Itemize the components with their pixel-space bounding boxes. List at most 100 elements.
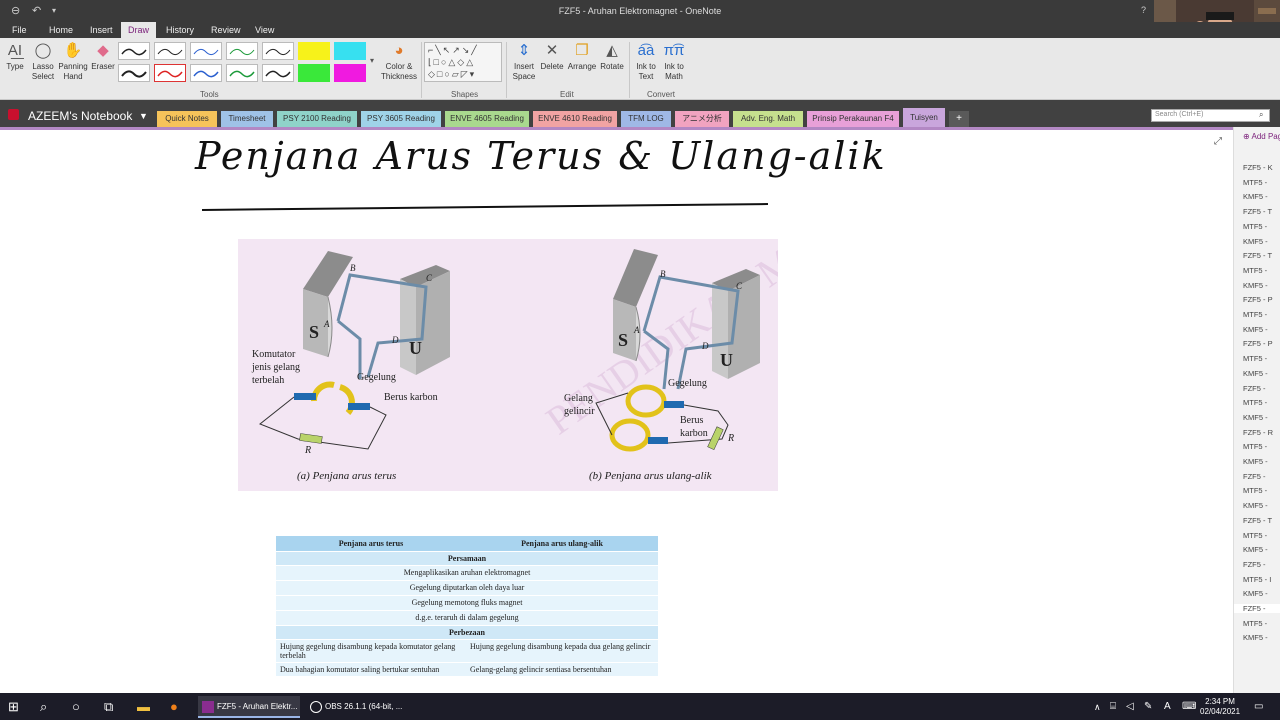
page-list-item[interactable]: FZF5 - T [1243,251,1272,260]
page-canvas[interactable]: Penjana Arus Terus & Ulang-alik ⤢ PENDID… [0,130,1233,693]
page-list-item[interactable]: FZF5 - K [1243,163,1273,172]
page-list-item[interactable]: MTF5 - [1243,398,1267,407]
page-list-item[interactable]: FZF5 - [1243,472,1266,481]
window-title: FZF5 - Aruhan Elektromagnet - OneNote [558,6,722,16]
section-tab-enve4610[interactable]: ENVE 4610 Reading [533,111,617,127]
color-thickness-button[interactable]: ◕ Color & Thickness [380,42,418,82]
add-page-button[interactable]: ⊕ Add Page [1243,132,1280,141]
network-icon[interactable]: ⌸ [1110,701,1116,712]
page-list-item[interactable]: FZF5 - P [1243,295,1273,304]
table-header-ac: Penjana arus ulang-alik [466,536,658,552]
page-list-item[interactable]: KMF5 - [1243,413,1268,422]
page-list-item[interactable]: KMF5 - [1243,545,1268,554]
menu-file[interactable]: File [12,25,27,35]
section-tab-anime[interactable]: アニメ分析 [675,111,729,127]
system-clock[interactable]: 2:34 PM 02/04/2021 [1200,697,1240,717]
taskbar-app-onenote[interactable]: FZF5 - Aruhan Elektr... [198,696,300,718]
page-list-item[interactable]: KMF5 - [1243,589,1268,598]
tray-chevron-icon[interactable]: ∧ [1094,702,1101,713]
page-list-item[interactable]: MTF5 - [1243,310,1267,319]
menu-history[interactable]: History [166,25,194,35]
ink-to-text-button[interactable]: a͡a Ink to Text [633,42,659,82]
search-input[interactable]: Search (Ctrl+E) [1151,109,1270,122]
page-list-item[interactable]: FZF5 - T [1243,516,1272,525]
arrange-button[interactable]: ❐ Arrange [566,42,598,72]
page-list-item[interactable]: MTF5 - [1243,266,1267,275]
page-list-item[interactable]: MTF5 - [1243,354,1267,363]
persamaan-heading: Persamaan [276,551,658,566]
taskbar-app-obs[interactable]: OBS 26.1.1 (64-bit, ... [306,696,408,718]
page-list-item[interactable]: MTF5 - [1243,531,1267,540]
page-list-item[interactable]: MTF5 - [1243,222,1267,231]
page-list-item[interactable]: MTF5 - [1243,486,1267,495]
delete-button[interactable]: ✕ Delete [539,42,565,72]
volume-icon[interactable]: ◁ [1126,701,1134,712]
section-tab-psy3605[interactable]: PSY 3605 Reading [361,111,441,127]
page-list-item[interactable]: KMF5 - [1243,325,1268,334]
page-list-item[interactable]: MTF5 - [1243,619,1267,628]
expand-page-icon[interactable]: ⤢ [1214,136,1222,147]
type-button[interactable]: A͟I Type [4,42,26,72]
search-icon[interactable]: ⌕ [1259,110,1263,120]
page-list-item[interactable]: FZF5 - [1234,604,1280,613]
insert-space-icon: ⇕ [517,42,531,59]
section-tab-prinsip-perakaunan[interactable]: Prinsip Perakaunan F4 [807,111,899,127]
table-cell: Hujung gegelung disambung kepada komutat… [276,639,466,663]
table-row: Mengaplikasikan aruhan elektromagnet [276,565,658,581]
insert-space-button[interactable]: ⇕ Insert Space [510,42,538,82]
add-section-button[interactable]: + [949,111,969,127]
notification-icon[interactable]: ▭ [1254,701,1263,712]
table-cell: Gelang-gelang gelincir sentiasa bersentu… [466,662,658,677]
page-list-item[interactable]: FZF5 - P [1243,339,1273,348]
section-tab-timesheet[interactable]: Timesheet [221,111,273,127]
page-list-item[interactable]: FZF5 - [1243,560,1266,569]
shapes-gallery[interactable]: ⌐╲↖↗↘╱ ⌊□○△◇△ ◇□○▱◸▾ [424,42,502,82]
page-list-item[interactable]: KMF5 - [1243,501,1268,510]
section-tab-enve4605[interactable]: ENVE 4605 Reading [445,111,529,127]
page-list-item[interactable]: KMF5 - [1243,237,1268,246]
section-tab-psy2100[interactable]: PSY 2100 Reading [277,111,357,127]
pen-tray-icon[interactable]: ✎ [1144,701,1152,712]
page-list-item[interactable]: MTF5 - [1243,442,1267,451]
menu-home[interactable]: Home [49,25,73,35]
table-cell: Hujung gegelung disambung kepada dua gel… [466,639,658,663]
eraser-button[interactable]: ◆ Eraser [90,42,116,72]
section-tab-tfm-log[interactable]: TFM LOG [621,111,671,127]
page-list-panel: ⊕ Add Page FZF5 - K MTF5 - KMF5 - FZF5 - T M… [1233,127,1280,693]
cortana-icon[interactable]: ○ [72,699,80,714]
keyboard-icon[interactable]: ⌨ [1182,701,1196,712]
page-list-item[interactable]: FZF5 - T [1243,207,1272,216]
task-view-icon[interactable]: ⧉ [104,699,113,715]
windows-start-icon[interactable]: ⊞ [8,699,19,715]
section-tab-adv-eng-math[interactable]: Adv. Eng. Math [733,111,803,127]
page-list-item[interactable]: FZF5 - [1243,384,1266,393]
firefox-icon[interactable]: ● [170,699,178,714]
ink-to-math-button[interactable]: π͡π Ink to Math [661,42,687,82]
page-list-item[interactable]: KMF5 - [1243,369,1268,378]
label-b-U: U [720,350,733,370]
page-list-item[interactable]: FZF5 - R [1243,428,1273,437]
notebook-dropdown-icon[interactable]: ▼ [139,111,148,121]
page-list-item[interactable]: MTF5 - I [1243,575,1271,584]
comparison-table: Penjana arus terus Penjana arus ulang-al… [276,536,658,677]
lasso-select-button[interactable]: ◯ Lasso Select [29,42,57,82]
menu-review[interactable]: Review [211,25,241,35]
page-list-item[interactable]: MTF5 - [1243,178,1267,187]
page-list-item[interactable]: KMF5 - [1243,192,1268,201]
notebook-name[interactable]: AZEEM's Notebook [28,109,132,123]
search-icon[interactable]: ⌕ [40,699,47,715]
file-explorer-icon[interactable]: ▬ [137,699,150,714]
page-list-item[interactable]: KMF5 - [1243,457,1268,466]
rotate-button[interactable]: ◭ Rotate [598,42,626,72]
help-icon[interactable]: ? [1141,5,1146,15]
section-tab-tuisyen[interactable]: Tuisyen [903,108,945,127]
language-icon[interactable]: A [1164,701,1171,712]
page-list-item[interactable]: KMF5 - [1243,633,1268,642]
section-tab-quick-notes[interactable]: Quick Notes [157,111,217,127]
menu-insert[interactable]: Insert [90,25,113,35]
page-list-item[interactable]: KMF5 - [1243,281,1268,290]
panning-hand-button[interactable]: ✋ Panning Hand [57,42,89,82]
menu-draw[interactable]: Draw [121,22,157,38]
menu-view[interactable]: View [255,25,274,35]
text-cursor-icon: A͟I [7,42,23,59]
